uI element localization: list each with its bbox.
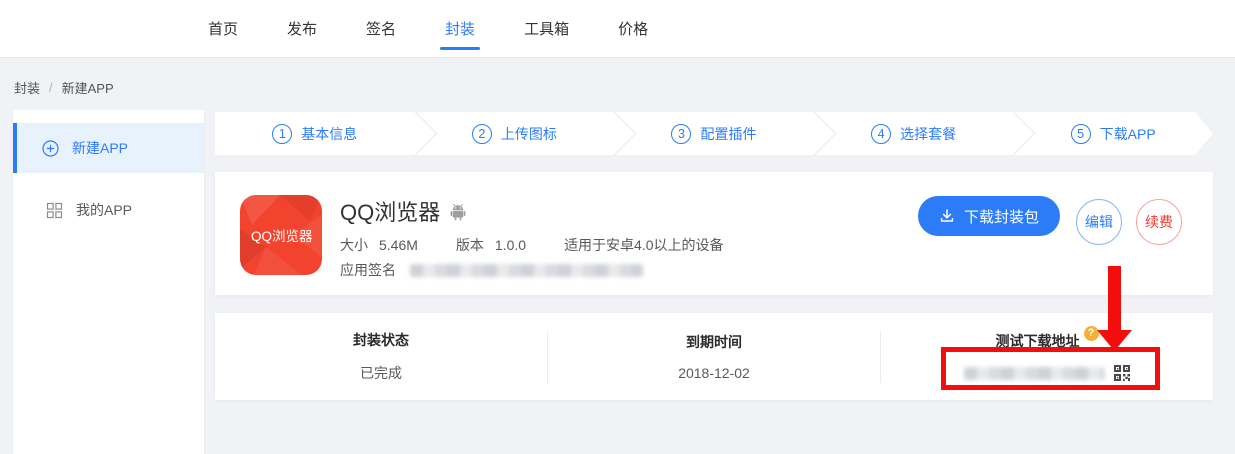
- step-upload-icon[interactable]: 2 上传图标: [415, 112, 615, 155]
- expiry-header: 到期时间: [686, 332, 742, 352]
- app-info-card: QQ浏览器 QQ浏览器 大小 5.46M 版本 1.0.0 适用于安卓4.0以上的设备: [215, 172, 1213, 295]
- sidebar-item-label: 我的APP: [76, 200, 132, 220]
- top-nav-bar: 首页 发布 签名 封装 工具箱 价格: [0, 0, 1235, 58]
- edit-button[interactable]: 编辑: [1076, 199, 1122, 245]
- app-icon-text: QQ浏览器: [251, 229, 313, 244]
- nav-item-home[interactable]: 首页: [208, 14, 238, 43]
- nav-item-publish[interactable]: 发布: [287, 14, 317, 43]
- breadcrumb: 封装 / 新建APP: [14, 78, 114, 97]
- android-icon: [449, 202, 467, 221]
- package-status-card: 封装状态 已完成 到期时间 2018-12-02 测试下载地址 ?: [215, 313, 1213, 400]
- wizard-steps: 1 基本信息 2 上传图标 3 配置插件 4 选择套餐 5 下载APP: [215, 112, 1213, 155]
- plus-circle-icon: [42, 140, 59, 157]
- download-icon: [939, 208, 955, 224]
- nav-item-pricing[interactable]: 价格: [618, 14, 648, 43]
- step-label: 上传图标: [501, 124, 557, 144]
- nav-item-sign[interactable]: 签名: [366, 14, 396, 43]
- nav-item-package[interactable]: 封装: [445, 14, 475, 43]
- redacted-download-url[interactable]: [964, 367, 1105, 380]
- grid-icon: [46, 202, 63, 219]
- compatibility-text: 适用于安卓4.0以上的设备: [564, 237, 723, 253]
- expiry-value: 2018-12-02: [678, 365, 750, 381]
- step-number-badge: 2: [472, 124, 492, 144]
- step-select-plan[interactable]: 4 选择套餐: [814, 112, 1014, 155]
- breadcrumb-current: 新建APP: [62, 78, 114, 97]
- stat-col-expiry: 到期时间 2018-12-02: [548, 332, 880, 381]
- test-url-row: [964, 364, 1131, 382]
- stat-col-test-url: 测试下载地址 ?: [881, 331, 1213, 382]
- app-meta-row: 大小 5.46M 版本 1.0.0 适用于安卓4.0以上的设备: [340, 235, 724, 255]
- renew-button[interactable]: 续费: [1136, 199, 1182, 245]
- step-configure-plugins[interactable]: 3 配置插件: [614, 112, 814, 155]
- app-icon: QQ浏览器: [240, 195, 322, 275]
- download-button-label: 下载封装包: [964, 206, 1039, 227]
- breadcrumb-section[interactable]: 封装: [14, 78, 40, 97]
- status-header: 封装状态: [353, 330, 409, 350]
- sidebar: 新建APP 我的APP: [13, 110, 204, 454]
- step-label: 配置插件: [700, 124, 756, 144]
- help-icon[interactable]: ?: [1084, 326, 1099, 341]
- sidebar-item-new-app[interactable]: 新建APP: [13, 123, 204, 173]
- size-label: 大小: [340, 237, 368, 253]
- app-title-row: QQ浏览器: [340, 195, 467, 227]
- step-number-badge: 1: [272, 124, 292, 144]
- test-url-header-label: 测试下载地址: [996, 331, 1080, 351]
- step-basic-info[interactable]: 1 基本信息: [215, 112, 415, 155]
- step-number-badge: 3: [671, 124, 691, 144]
- test-url-header: 测试下载地址 ?: [996, 331, 1099, 351]
- size-value: 5.46M: [379, 237, 418, 253]
- version-value: 1.0.0: [495, 237, 526, 253]
- nav-item-toolbox[interactable]: 工具箱: [524, 14, 569, 43]
- step-label: 选择套餐: [900, 124, 956, 144]
- redacted-signature-value: [410, 264, 643, 277]
- download-package-button[interactable]: 下载封装包: [918, 196, 1060, 236]
- status-value: 已完成: [360, 363, 402, 383]
- breadcrumb-separator: /: [49, 80, 53, 95]
- app-title: QQ浏览器: [340, 195, 440, 227]
- signature-label: 应用签名: [340, 260, 396, 280]
- sidebar-item-label: 新建APP: [72, 138, 128, 158]
- stat-col-status: 封装状态 已完成: [215, 330, 547, 383]
- step-download-app[interactable]: 5 下载APP: [1013, 112, 1213, 155]
- qr-code-icon[interactable]: [1113, 364, 1131, 382]
- step-label: 基本信息: [301, 124, 357, 144]
- step-number-badge: 5: [1071, 124, 1091, 144]
- app-signature-row: 应用签名: [340, 260, 643, 280]
- main-nav: 首页 发布 签名 封装 工具箱 价格: [208, 14, 648, 43]
- version-label: 版本: [456, 237, 484, 253]
- app-packaging-page: 首页 发布 签名 封装 工具箱 价格 封装 / 新建APP 新建APP 我的AP…: [0, 0, 1235, 454]
- step-number-badge: 4: [871, 124, 891, 144]
- step-label: 下载APP: [1100, 124, 1156, 144]
- sidebar-item-my-apps[interactable]: 我的APP: [13, 185, 204, 235]
